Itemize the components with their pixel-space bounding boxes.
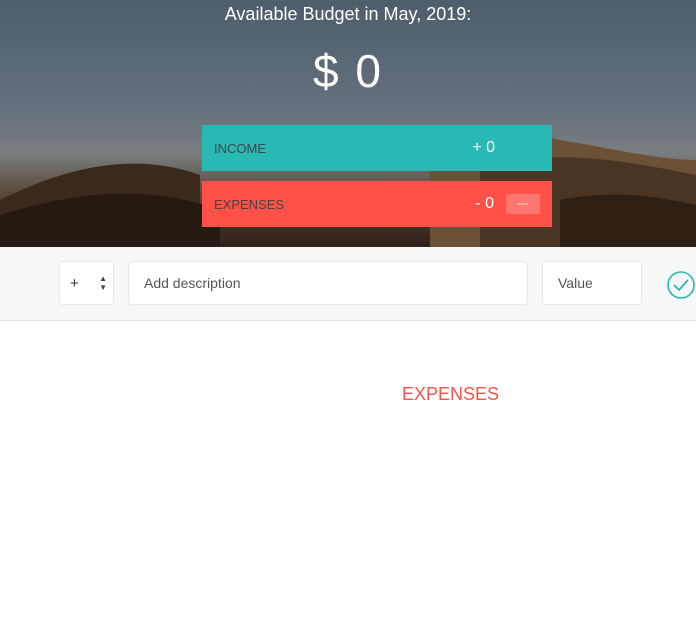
income-label: INCOME bbox=[214, 140, 266, 156]
type-selected-value: + bbox=[70, 274, 79, 292]
check-circle-icon bbox=[667, 271, 695, 299]
select-arrows-icon: ▲ ▼ bbox=[99, 274, 107, 292]
expenses-label: EXPENSES bbox=[214, 196, 285, 212]
income-value: + 0 bbox=[472, 139, 495, 156]
expenses-percentage-badge: --- bbox=[506, 194, 540, 214]
expenses-value: - 0 bbox=[475, 195, 494, 212]
add-item-button[interactable] bbox=[666, 270, 696, 300]
type-select[interactable]: + ▲ ▼ bbox=[59, 261, 114, 305]
budget-header: Available Budget in May, 2019: $ 0 INCOM… bbox=[0, 0, 696, 247]
add-item-bar: + ▲ ▼ bbox=[0, 247, 696, 321]
income-summary: INCOME + 0 bbox=[202, 125, 552, 171]
budget-title: Available Budget in May, 2019: bbox=[224, 4, 472, 24]
expenses-summary: EXPENSES - 0 --- bbox=[202, 181, 552, 227]
value-input[interactable] bbox=[542, 261, 642, 305]
description-input[interactable] bbox=[128, 261, 528, 305]
budget-value: $ 0 bbox=[313, 45, 383, 97]
expenses-list-title: EXPENSES bbox=[402, 384, 500, 404]
